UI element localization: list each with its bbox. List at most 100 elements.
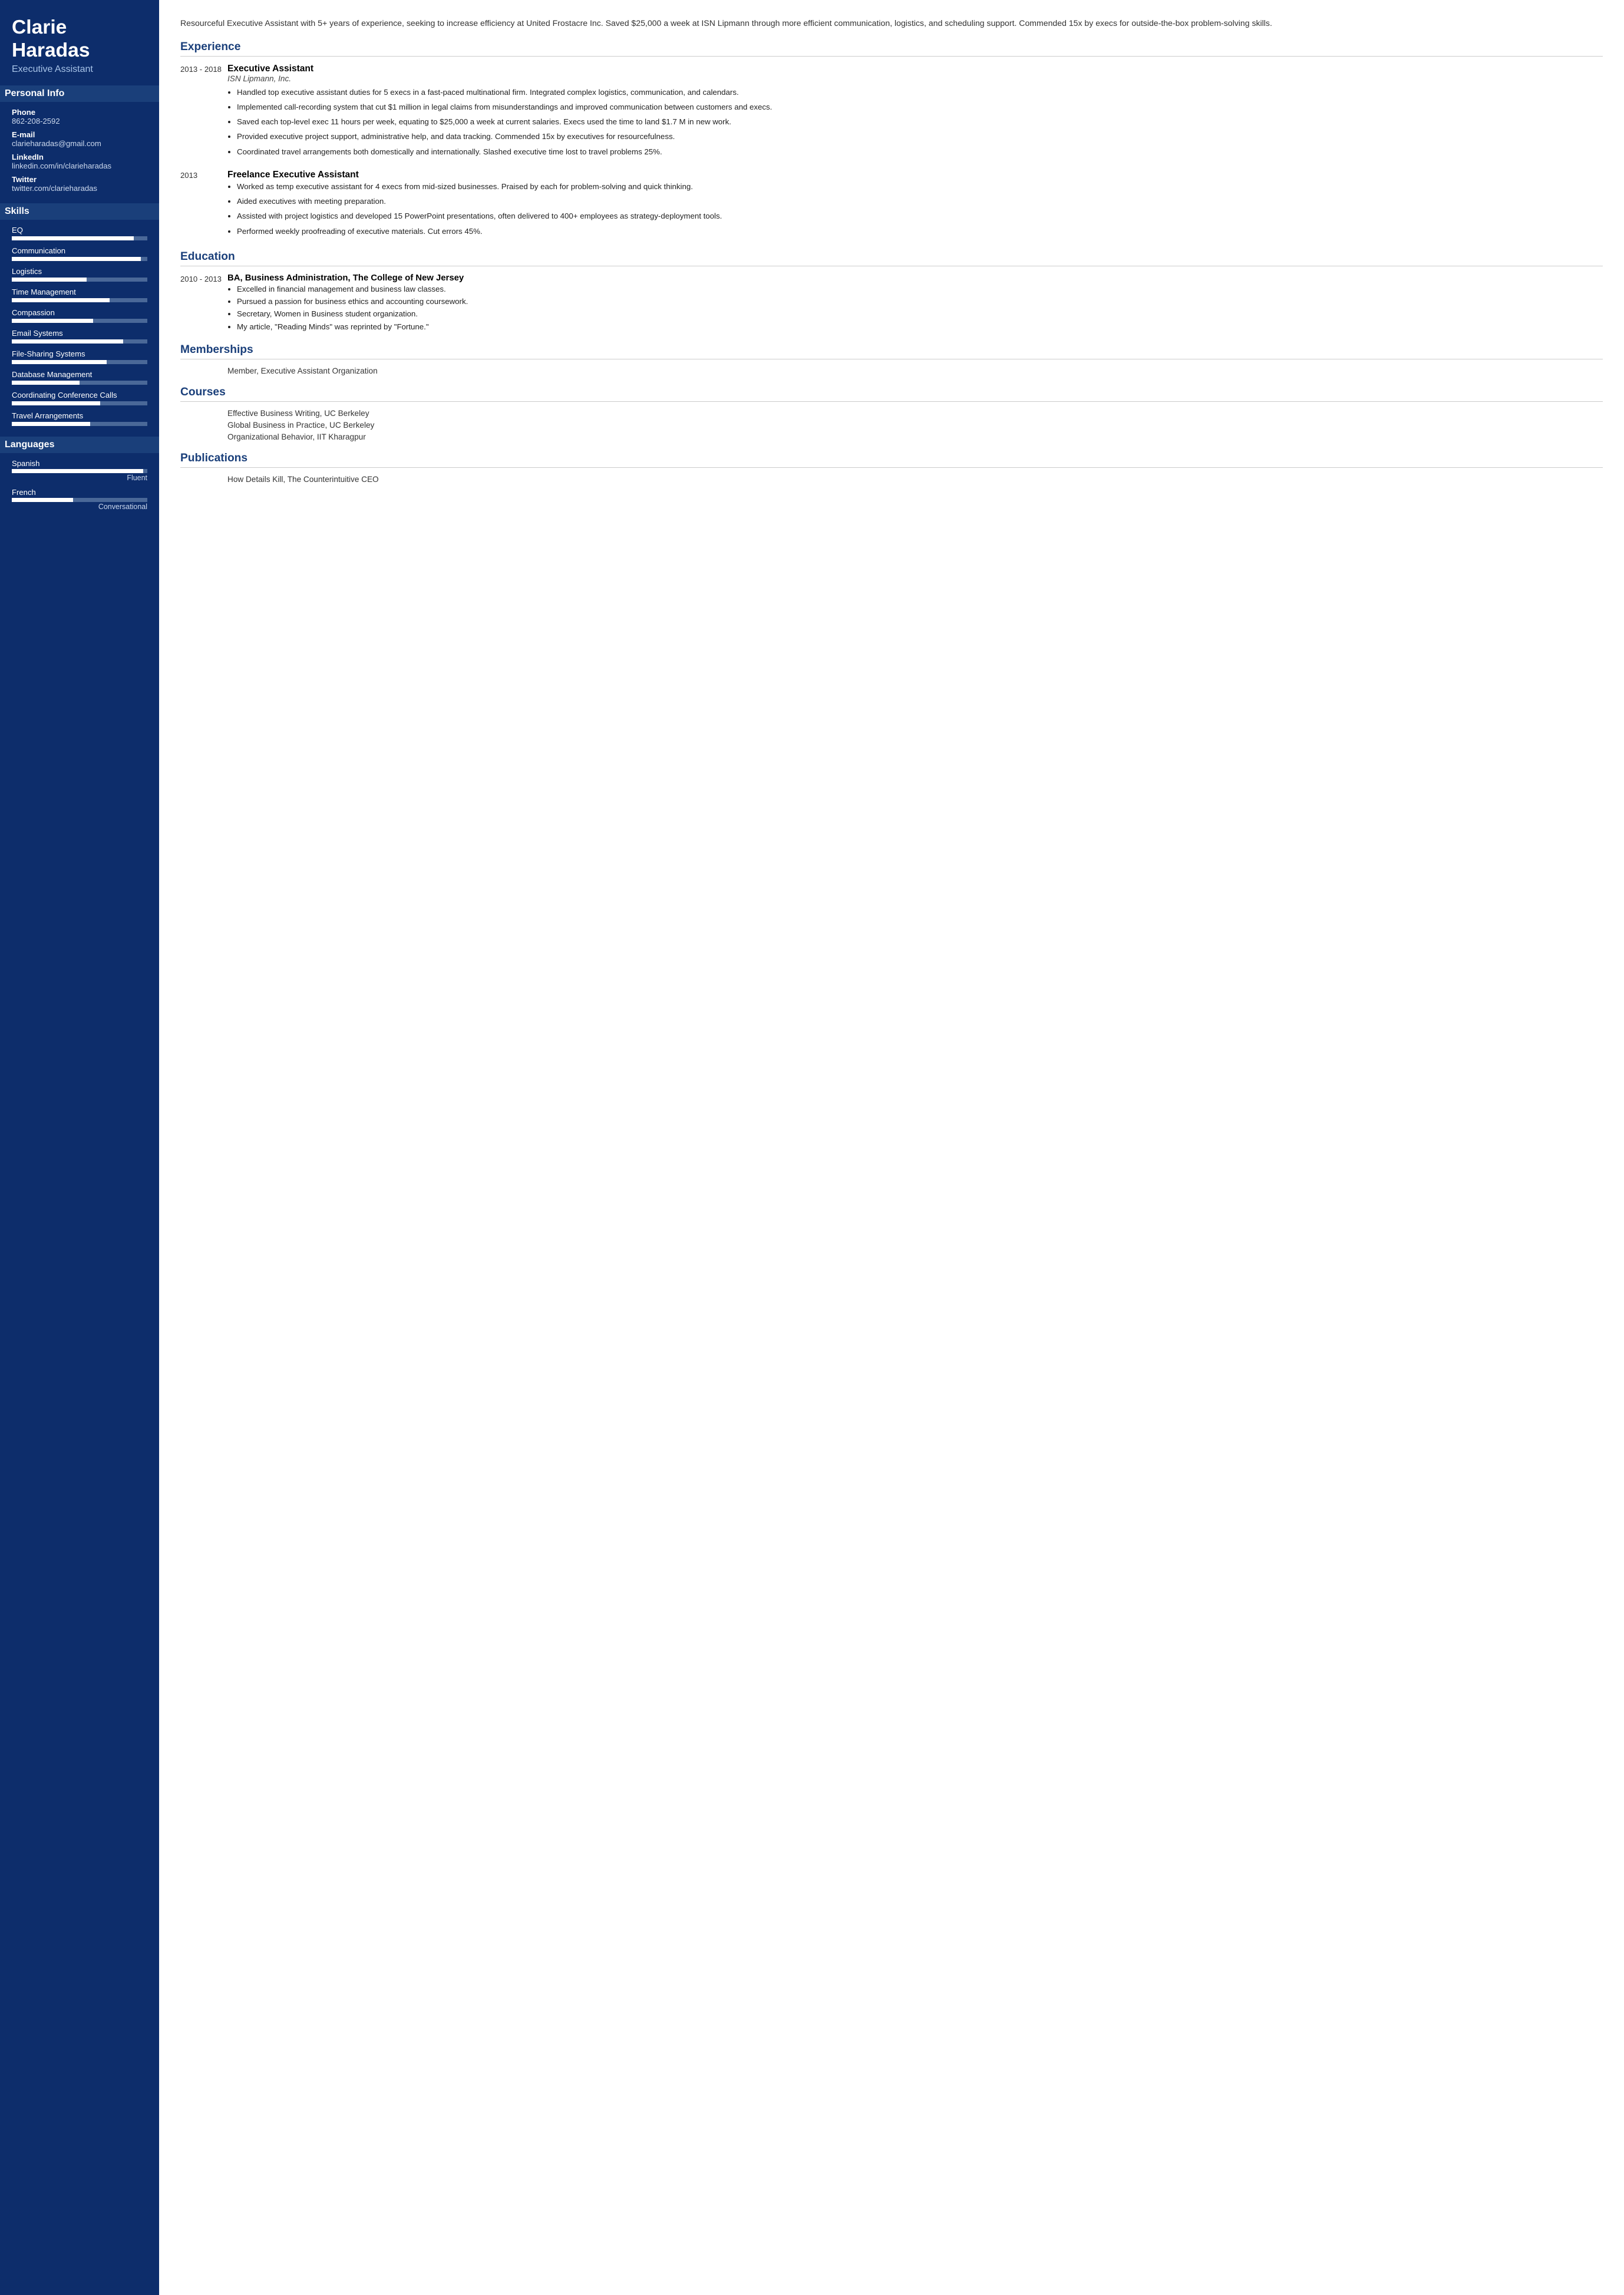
skill-bar-fill [12, 319, 93, 323]
exp-company: ISN Lipmann, Inc. [227, 74, 1603, 83]
edu-bullet: Secretary, Women in Business student org… [237, 308, 1603, 320]
publication-item: How Details Kill, The Counterintuitive C… [227, 475, 1603, 484]
membership-item: Member, Executive Assistant Organization [227, 366, 1603, 375]
sidebar: Clarie Haradas Executive Assistant Perso… [0, 0, 159, 2295]
skill-item: Travel Arrangements [12, 411, 147, 426]
skill-bar-bg [12, 339, 147, 344]
exp-jobtitle: Executive Assistant [227, 64, 1603, 74]
exp-date: 2013 [180, 170, 227, 240]
phone-value: 862-208-2592 [12, 117, 147, 126]
exp-bullet: Coordinated travel arrangements both dom… [237, 146, 1603, 158]
exp-bullet: Performed weekly proofreading of executi… [237, 225, 1603, 237]
exp-bullets: Handled top executive assistant duties f… [227, 86, 1603, 158]
experience-section-title: Experience [180, 41, 1603, 57]
language-bar-fill [12, 469, 143, 473]
course-item: Effective Business Writing, UC Berkeley [227, 409, 1603, 418]
email-label: E-mail [12, 130, 147, 139]
skill-name: Logistics [12, 267, 147, 276]
skill-item: Email Systems [12, 329, 147, 344]
edu-bullet: Excelled in financial management and bus… [237, 283, 1603, 295]
skill-bar-bg [12, 360, 147, 364]
twitter-block: Twitter twitter.com/clarieharadas [12, 175, 147, 193]
skill-name: EQ [12, 226, 147, 235]
edu-bullets: Excelled in financial management and bus… [227, 283, 1603, 333]
language-bar-bg [12, 469, 147, 473]
language-name: Spanish [12, 459, 147, 468]
skills-list: EQ Communication Logistics Time Manageme… [12, 226, 147, 426]
exp-bullet: Worked as temp executive assistant for 4… [237, 180, 1603, 193]
name-block: Clarie Haradas Executive Assistant [12, 16, 147, 75]
skill-bar-fill [12, 236, 134, 240]
twitter-label: Twitter [12, 175, 147, 184]
edu-bullet: My article, "Reading Minds" was reprinte… [237, 321, 1603, 333]
skill-item: Communication [12, 246, 147, 261]
exp-bullet: Handled top executive assistant duties f… [237, 86, 1603, 98]
summary-text: Resourceful Executive Assistant with 5+ … [180, 16, 1603, 30]
course-item: Global Business in Practice, UC Berkeley [227, 421, 1603, 430]
candidate-title: Executive Assistant [12, 64, 147, 75]
edu-date: 2010 - 2013 [180, 273, 227, 333]
skill-bar-bg [12, 319, 147, 323]
edu-content: BA, Business Administration, The College… [227, 273, 1603, 333]
skills-header: Skills [0, 203, 159, 220]
language-level: Conversational [12, 503, 147, 511]
skill-bar-fill [12, 422, 90, 426]
skill-item: Time Management [12, 288, 147, 302]
exp-bullet: Provided executive project support, admi… [237, 130, 1603, 143]
email-block: E-mail clarieharadas@gmail.com [12, 130, 147, 148]
skill-name: Database Management [12, 370, 147, 379]
skill-item: Logistics [12, 267, 147, 282]
experience-list: 2013 - 2018 Executive Assistant ISN Lipm… [180, 64, 1603, 240]
skill-bar-bg [12, 401, 147, 405]
skill-bar-fill [12, 360, 107, 364]
memberships-list: Member, Executive Assistant Organization [180, 366, 1603, 375]
publications-list: How Details Kill, The Counterintuitive C… [180, 475, 1603, 484]
skill-name: Time Management [12, 288, 147, 296]
candidate-name: Clarie Haradas [12, 16, 147, 62]
exp-bullet: Assisted with project logistics and deve… [237, 210, 1603, 222]
phone-label: Phone [12, 108, 147, 117]
main-content: Resourceful Executive Assistant with 5+ … [159, 0, 1624, 2295]
publications-section-title: Publications [180, 452, 1603, 468]
course-item: Organizational Behavior, IIT Kharagpur [227, 432, 1603, 441]
language-item: French Conversational [12, 488, 147, 511]
skill-name: Travel Arrangements [12, 411, 147, 420]
languages-list: Spanish Fluent French Conversational [12, 459, 147, 511]
skill-name: Communication [12, 246, 147, 255]
skill-name: Coordinating Conference Calls [12, 391, 147, 399]
exp-bullet: Aided executives with meeting preparatio… [237, 195, 1603, 207]
skill-bar-fill [12, 278, 87, 282]
email-value: clarieharadas@gmail.com [12, 139, 147, 148]
skill-bar-fill [12, 401, 100, 405]
exp-bullet: Implemented call-recording system that c… [237, 101, 1603, 113]
exp-bullets: Worked as temp executive assistant for 4… [227, 180, 1603, 237]
edu-degree: BA, Business Administration, The College… [227, 273, 1603, 283]
courses-list: Effective Business Writing, UC Berkeley G… [180, 409, 1603, 441]
skill-bar-bg [12, 381, 147, 385]
exp-content: Freelance Executive Assistant Worked as … [227, 170, 1603, 240]
skill-bar-fill [12, 339, 123, 344]
exp-bullet: Saved each top-level exec 11 hours per w… [237, 115, 1603, 128]
skill-bar-bg [12, 422, 147, 426]
skill-item: Coordinating Conference Calls [12, 391, 147, 405]
education-section-title: Education [180, 250, 1603, 266]
experience-item: 2013 Freelance Executive Assistant Worke… [180, 170, 1603, 240]
skill-bar-bg [12, 298, 147, 302]
skill-bar-fill [12, 257, 141, 261]
skill-item: Compassion [12, 308, 147, 323]
language-bar-bg [12, 498, 147, 502]
exp-jobtitle: Freelance Executive Assistant [227, 170, 1603, 180]
skill-bar-fill [12, 381, 80, 385]
linkedin-value: linkedin.com/in/clarieharadas [12, 161, 147, 170]
personal-info-header: Personal Info [0, 85, 159, 102]
skill-name: File-Sharing Systems [12, 349, 147, 358]
courses-section-title: Courses [180, 386, 1603, 402]
skill-bar-bg [12, 257, 147, 261]
language-name: French [12, 488, 147, 497]
education-list: 2010 - 2013 BA, Business Administration,… [180, 273, 1603, 333]
skill-item: Database Management [12, 370, 147, 385]
skill-bar-fill [12, 298, 110, 302]
language-item: Spanish Fluent [12, 459, 147, 482]
exp-date: 2013 - 2018 [180, 64, 227, 160]
languages-header: Languages [0, 437, 159, 453]
